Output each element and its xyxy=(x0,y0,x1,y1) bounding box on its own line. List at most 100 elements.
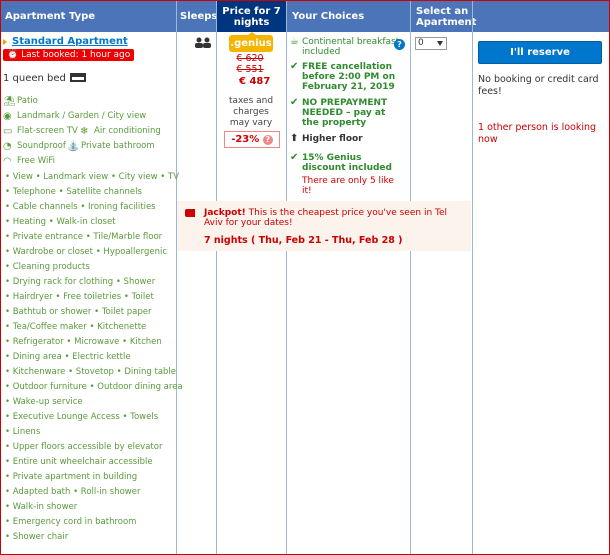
info-icon[interactable]: ? xyxy=(394,39,405,50)
two-persons-icon xyxy=(195,37,211,48)
amenity-label: Walk-in closet xyxy=(56,217,116,227)
amenity-row: • Private entrance • Tile/Marble floor xyxy=(5,232,162,242)
amenity-row: • Kitchenware • Stovetop • Dining table xyxy=(5,367,176,377)
amenity-row: • Shower chair xyxy=(5,532,68,542)
amenity-label: Wake-up service xyxy=(12,397,83,407)
amenity-label: Roll-in shower xyxy=(80,487,141,497)
amenity-row: • Cable channels • Ironing facilities xyxy=(5,202,156,212)
amenity-label: Heating xyxy=(12,217,47,227)
amenity-item: • Outdoor dining area xyxy=(89,382,183,392)
amenity-label: Toilet paper xyxy=(101,307,152,317)
bed-icon xyxy=(69,73,86,82)
view-icon: ◉ xyxy=(3,111,12,122)
choice-text: Continental breakfast included xyxy=(302,37,400,57)
jackpot-text: Jackpot! This is the cheapest price you'… xyxy=(204,208,466,228)
amenity-item: • Roll-in shower xyxy=(73,487,141,497)
amenity-label: Refrigerator xyxy=(12,337,64,347)
amenity-row: • Outdoor furniture • Outdoor dining are… xyxy=(5,382,183,392)
check-icon: ✔ xyxy=(290,61,299,72)
choice-item: ✔ 15% Genius discount included xyxy=(290,152,405,174)
amenity-item: • Outdoor furniture xyxy=(5,382,87,392)
amenity-label: Wardrobe or closet xyxy=(12,247,93,257)
amenity-label: Bathtub or shower xyxy=(12,307,92,317)
header-sleeps: Sleeps xyxy=(180,11,218,22)
amenity-label: Cable channels xyxy=(12,202,78,212)
chevron-down-icon xyxy=(437,41,443,46)
column-divider xyxy=(286,1,287,554)
amenity-label: Private apartment in building xyxy=(12,472,138,482)
amenity-item: • Executive Lounge Access xyxy=(5,412,120,422)
amenity-item: • Shower chair xyxy=(5,532,69,542)
amenity-row: • Executive Lounge Access • Towels xyxy=(5,412,158,422)
choice-text: FREE cancellation before 2:00 PM on Febr… xyxy=(302,62,396,92)
discount-value: -23% xyxy=(231,134,260,145)
wifi-icon: ◠ xyxy=(3,156,12,167)
amenity-item: • Entire unit wheelchair accessible xyxy=(5,457,153,467)
amenity-item: • Toilet xyxy=(123,292,154,302)
genius-badge: .genius xyxy=(229,35,273,52)
amenity-item: • Wake-up service xyxy=(5,397,83,407)
amenity-label: Kitchen xyxy=(129,337,162,347)
choice-item: ✔ FREE cancellation before 2:00 PM on Feb… xyxy=(290,61,405,93)
choice-item: ⬆ Higher floor xyxy=(290,134,405,145)
amenity-label: Kitchenette xyxy=(97,322,147,332)
amenity-label: Dining table xyxy=(124,367,177,377)
amenity-label: Cleaning products xyxy=(12,262,90,272)
amenity-row: • Tea/Coffee maker • Kitchenette xyxy=(5,322,146,332)
apartment-quantity-select[interactable]: 0 xyxy=(415,37,447,50)
amenity-item: • Kitchenware xyxy=(5,367,66,377)
facility-item: ❄ Air conditioning xyxy=(80,126,161,137)
tv-icon: ▭ xyxy=(3,126,13,137)
amenity-item: • Electric kettle xyxy=(64,352,131,362)
amenity-label: Outdoor furniture xyxy=(12,382,87,392)
amenity-row: • Refrigerator • Microwave • Kitchen xyxy=(5,337,162,347)
facility-label: Flat-screen TV xyxy=(17,126,78,136)
amenity-row: • Cleaning products xyxy=(5,262,90,272)
facility-item: ◉ Landmark / Garden / City view xyxy=(3,111,146,122)
arrow-right-icon xyxy=(3,39,7,45)
amenity-row: • Walk-in shower xyxy=(5,502,77,512)
column-divider xyxy=(176,1,177,554)
amenity-item: • Refrigerator xyxy=(5,337,64,347)
bed-text: 1 queen bed xyxy=(3,73,66,84)
amenity-label: Towels xyxy=(130,412,159,422)
amenity-item: • Landmark view xyxy=(35,172,109,182)
header-price[interactable]: Price for 7 nights xyxy=(217,1,286,32)
amenity-label: Electric kettle xyxy=(72,352,131,362)
amenity-item: • Bathtub or shower xyxy=(5,307,92,317)
check-icon: ✔ xyxy=(290,152,299,163)
help-icon[interactable]: ? xyxy=(262,135,273,145)
amenity-label: Outdoor dining area xyxy=(97,382,183,392)
choice-text: NO PREPAYMENT NEEDED – pay at the proper… xyxy=(302,98,388,128)
apartment-name-link[interactable]: Standard Apartment xyxy=(12,36,128,47)
amenity-item: • Ironing facilities xyxy=(80,202,156,212)
reserve-button[interactable]: I'll reserve xyxy=(478,41,602,64)
amenity-item: • Adapted bath xyxy=(5,487,71,497)
amenity-row: • Emergency cord in bathroom xyxy=(5,517,136,527)
amenity-row: • Adapted bath • Roll-in shower xyxy=(5,487,140,497)
clock-icon: ⏰ xyxy=(7,50,19,60)
amenity-row: • View • Landmark view • City view • TV xyxy=(5,172,179,182)
amenity-label: Microwave xyxy=(74,337,120,347)
amenity-label: Stovetop xyxy=(75,367,114,377)
amenity-item: • Shower xyxy=(115,277,156,287)
tax-note: taxes and charges may vary xyxy=(228,96,274,128)
amenity-item: • Towels xyxy=(122,412,159,422)
tag-icon xyxy=(185,209,195,217)
amenity-item: • Linens xyxy=(5,427,41,437)
amenity-item: • Private entrance xyxy=(5,232,83,242)
amenity-label: Upper floors accessible by elevator xyxy=(12,442,163,452)
choice-item: ☕ Continental breakfast included xyxy=(290,37,405,58)
amenity-label: Walk-in shower xyxy=(12,502,78,512)
choice-item: ✔ NO PREPAYMENT NEEDED – pay at the prope… xyxy=(290,98,405,129)
jackpot-title: Jackpot! xyxy=(204,208,246,218)
facility-label: Air conditioning xyxy=(94,126,161,136)
amenity-item: • Kitchenette xyxy=(89,322,147,332)
amenity-item: • Stovetop xyxy=(68,367,114,377)
amenity-label: TV xyxy=(168,172,180,182)
amenity-row: • Wake-up service xyxy=(5,397,83,407)
amenity-label: Satellite channels xyxy=(66,187,142,197)
facility-label: Patio xyxy=(17,96,38,106)
amenity-label: Hairdryer xyxy=(12,292,53,302)
amenity-label: City view xyxy=(118,172,158,182)
